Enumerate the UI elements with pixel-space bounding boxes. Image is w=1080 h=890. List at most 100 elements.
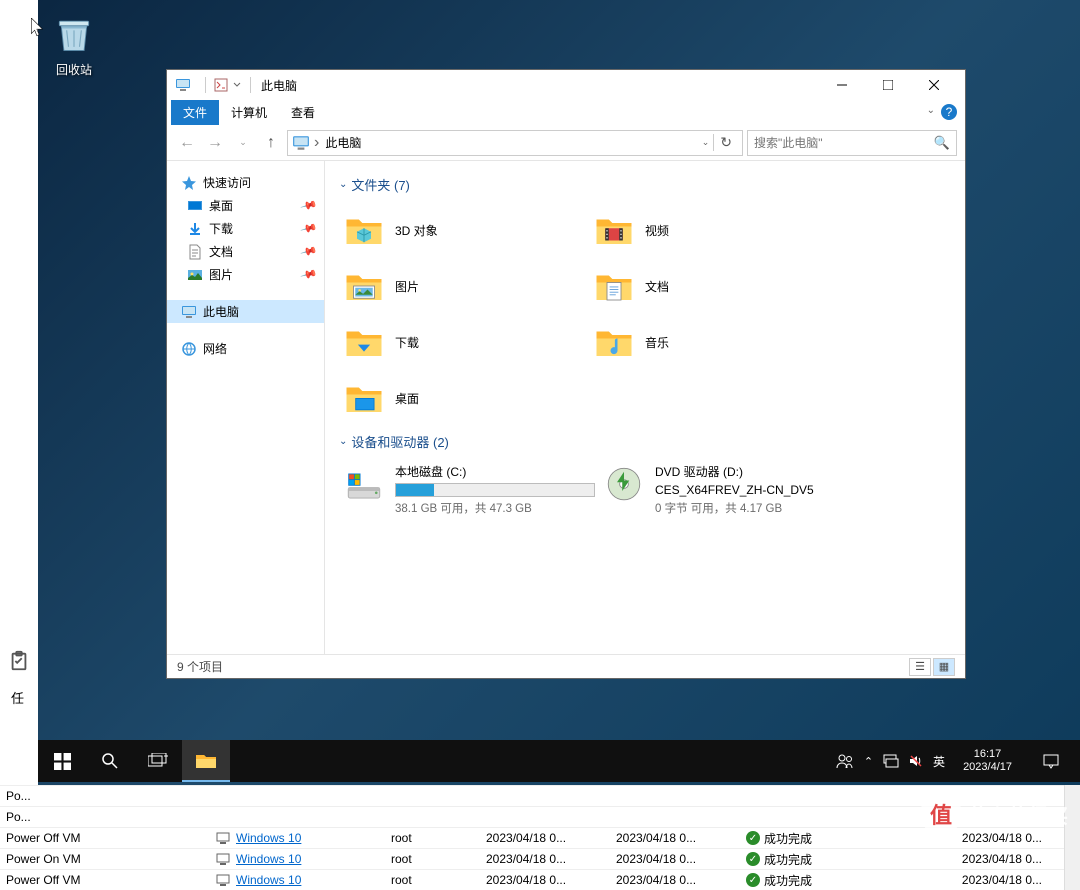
properties-icon[interactable]	[214, 78, 228, 92]
task-target[interactable]: Windows 10	[210, 852, 385, 866]
nav-back-icon[interactable]: ←	[175, 131, 199, 155]
clock[interactable]: 16:172023/4/17	[955, 748, 1020, 774]
menu-view[interactable]: 查看	[279, 100, 327, 125]
drive-c[interactable]: 本地磁盘 (C:) 38.1 GB 可用，共 47.3 GB	[339, 459, 599, 520]
view-details-icon[interactable]: ☰	[909, 658, 931, 676]
this-pc-icon	[175, 77, 191, 93]
pin-icon: 📌	[300, 219, 318, 237]
nav-quick-access[interactable]: 快速访问	[167, 171, 324, 194]
network-icon	[181, 341, 197, 357]
task-target[interactable]: Windows 10	[210, 831, 385, 845]
dvd-icon	[603, 463, 645, 505]
search-input[interactable]	[754, 136, 934, 150]
folder-downloads[interactable]: 下载	[339, 314, 589, 370]
download-icon	[187, 221, 203, 237]
nav-label: 此电脑	[203, 303, 239, 320]
folder-label: 文档	[645, 278, 669, 295]
date-text: 2023/4/17	[963, 761, 1012, 774]
nav-network[interactable]: 网络	[167, 337, 324, 360]
search-icon[interactable]: 🔍	[934, 135, 950, 151]
scrollbar[interactable]	[1064, 785, 1080, 890]
folder-icon	[343, 377, 385, 419]
separator	[250, 77, 251, 93]
tray-chevron-icon[interactable]: ⌃	[864, 755, 873, 768]
task-user: root	[385, 852, 480, 866]
task-status: ✓成功完成	[740, 830, 845, 847]
titlebar[interactable]: 此电脑	[167, 70, 965, 100]
ime-indicator[interactable]: 英	[933, 753, 945, 770]
group-devices[interactable]: ⌄设备和驱动器 (2)	[339, 432, 965, 451]
address-dropdown-icon[interactable]: ⌄	[698, 137, 714, 148]
nav-forward-icon[interactable]: →	[203, 131, 227, 155]
folder-desktop[interactable]: 桌面	[339, 370, 589, 426]
nav-this-pc[interactable]: 此电脑	[167, 300, 324, 323]
folder-icon	[593, 321, 635, 363]
nav-documents[interactable]: 文档📌	[167, 240, 324, 263]
folder-icon	[343, 265, 385, 307]
address-location[interactable]: 此电脑	[325, 134, 697, 151]
task-row[interactable]: Po...n	[0, 806, 1080, 827]
task-target[interactable]: Windows 10	[210, 873, 385, 887]
chevron-down-icon: ⌄	[339, 436, 347, 447]
drive-d[interactable]: DVD 驱动器 (D:) CES_X64FREV_ZH-CN_DV5 0 字节 …	[599, 459, 859, 520]
nav-downloads[interactable]: 下载 📌	[167, 217, 324, 240]
this-pc-icon	[181, 304, 197, 320]
minimize-button[interactable]	[819, 70, 865, 100]
qat-dropdown-icon[interactable]	[232, 78, 242, 92]
explorer-window: 此电脑 文件 计算机 查看 ⌄ ? ← → ⌄ ↑ › 此电脑 ⌄ ↻ 🔍	[166, 69, 966, 679]
folder-pictures[interactable]: 图片	[339, 258, 589, 314]
time-text: 16:17	[963, 748, 1012, 761]
panel-label: 任	[11, 688, 24, 707]
nav-desktop[interactable]: 桌面📌	[167, 194, 324, 217]
people-icon[interactable]	[836, 752, 854, 770]
folder-videos[interactable]: 视频	[589, 202, 839, 258]
refresh-icon[interactable]: ↻	[713, 134, 738, 151]
help-icon[interactable]: ?	[941, 104, 957, 120]
search-icon	[101, 752, 119, 770]
clipboard-icon[interactable]	[8, 650, 30, 672]
task-name: Power Off VM	[0, 873, 210, 887]
folder-3d-objects[interactable]: 3D 对象	[339, 202, 589, 258]
ribbon-expand-icon[interactable]: ⌄	[927, 105, 935, 116]
nav-up-icon[interactable]: ↑	[259, 131, 283, 155]
menu-computer[interactable]: 计算机	[219, 100, 279, 125]
volume-icon[interactable]	[909, 754, 923, 768]
action-center-icon[interactable]	[1030, 753, 1072, 769]
task-done-time: 2023/04/18 0...	[845, 852, 1062, 866]
task-view-icon	[148, 753, 168, 769]
search-box[interactable]: 🔍	[747, 130, 957, 156]
view-large-icon[interactable]: ▦	[933, 658, 955, 676]
folder-label: 视频	[645, 222, 669, 239]
group-folders[interactable]: ⌄文件夹 (7)	[339, 175, 965, 194]
network-tray-icon[interactable]	[883, 754, 899, 768]
address-crumb-sep[interactable]: ›	[314, 134, 319, 152]
address-box[interactable]: › 此电脑 ⌄ ↻	[287, 130, 743, 156]
task-view-button[interactable]	[134, 740, 182, 782]
folder-documents[interactable]: 文档	[589, 258, 839, 314]
task-row[interactable]: Power On VMWindows 10root2023/04/18 0...…	[0, 848, 1080, 869]
folder-label: 音乐	[645, 334, 669, 351]
task-user: root	[385, 831, 480, 845]
start-button[interactable]	[38, 740, 86, 782]
task-row[interactable]: Po...h	[0, 785, 1080, 806]
close-button[interactable]	[911, 70, 957, 100]
nav-label: 图片	[209, 266, 233, 283]
task-row[interactable]: Power Off VMWindows 10root2023/04/18 0..…	[0, 827, 1080, 848]
task-done-time: 2023/04/18 0...	[845, 831, 1062, 845]
menubar: 文件 计算机 查看 ⌄ ?	[167, 100, 965, 125]
nav-recent-icon[interactable]: ⌄	[231, 131, 255, 155]
drive-name: 本地磁盘 (C:)	[395, 463, 595, 480]
nav-label: 下载	[209, 220, 233, 237]
nav-pictures[interactable]: 图片 📌	[167, 263, 324, 286]
explorer-taskbar-button[interactable]	[182, 740, 230, 782]
success-icon: ✓	[746, 852, 760, 866]
maximize-button[interactable]	[865, 70, 911, 100]
folder-music[interactable]: 音乐	[589, 314, 839, 370]
task-row[interactable]: Power Off VMWindows 10root2023/04/18 0..…	[0, 869, 1080, 890]
menu-file[interactable]: 文件	[171, 100, 219, 125]
search-button[interactable]	[86, 740, 134, 782]
recycle-bin-icon	[52, 12, 96, 56]
pin-icon: 📌	[300, 265, 318, 283]
recycle-bin[interactable]: 回收站	[40, 12, 108, 78]
task-status: ✓成功完成	[740, 872, 845, 889]
